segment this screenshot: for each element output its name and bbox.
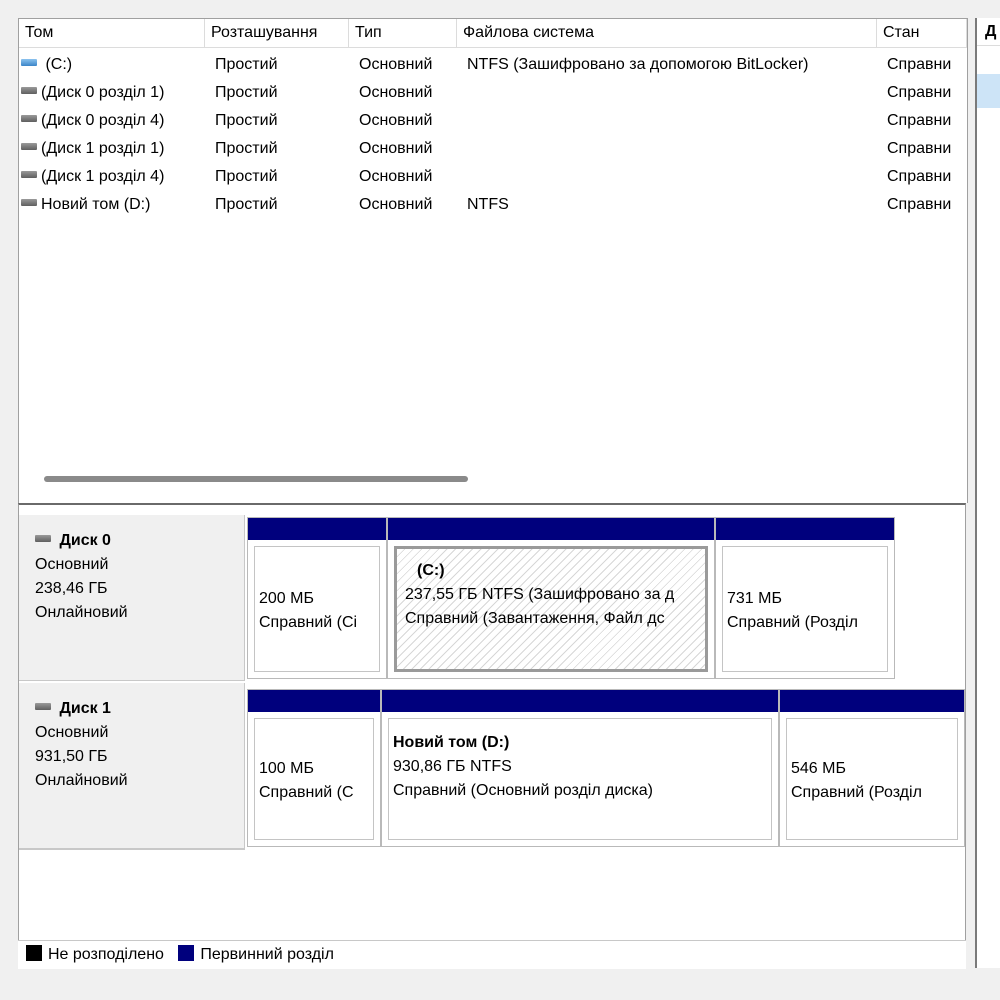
partition-status: Справний (С bbox=[259, 784, 354, 801]
legend: Не розподілено Первинний розділ bbox=[18, 940, 966, 969]
volume-type: Основний bbox=[359, 56, 433, 73]
volume-name: Новий том (D:) bbox=[41, 196, 151, 213]
drive-icon bbox=[21, 59, 37, 67]
actions-panel-header: Д bbox=[977, 18, 1000, 46]
volume-row[interactable]: (Диск 1 розділ 4) Простий Основний Справ… bbox=[19, 163, 967, 191]
volume-status: Справни bbox=[887, 56, 952, 73]
partition[interactable]: 546 МБ Справний (Розділ bbox=[779, 689, 965, 847]
partition-name: Новий том (D:) bbox=[393, 734, 510, 751]
partition[interactable]: 200 МБ Справний (Сі bbox=[247, 517, 387, 679]
primary-partition-bar bbox=[248, 518, 386, 540]
volume-layout: Простий bbox=[215, 140, 278, 157]
column-header-volume[interactable]: Том bbox=[19, 19, 205, 47]
primary-partition-swatch bbox=[178, 944, 195, 961]
partition-size: 237,55 ГБ NTFS (Зашифровано за д bbox=[405, 586, 675, 603]
primary-partition-bar bbox=[780, 690, 964, 712]
partition-size: 546 МБ bbox=[791, 760, 846, 777]
volume-status: Справни bbox=[887, 168, 952, 185]
disk-1-label[interactable]: Диск 1 Основний 931,50 ГБ Онлайновий bbox=[19, 683, 245, 849]
volume-name: (Диск 0 розділ 1) bbox=[41, 84, 165, 101]
disk-title: Диск 0 bbox=[59, 532, 111, 549]
volume-type: Основний bbox=[359, 196, 433, 213]
volume-status: Справни bbox=[887, 196, 952, 213]
disk-kind: Основний bbox=[35, 724, 109, 741]
primary-partition-bar bbox=[382, 690, 778, 712]
status-bar bbox=[0, 970, 1000, 1000]
partition-status: Справний (Основний розділ диска) bbox=[393, 782, 653, 799]
volume-type: Основний bbox=[359, 112, 433, 129]
partition-status: Справний (Завантаження, Файл дс bbox=[405, 610, 665, 627]
drive-icon bbox=[21, 87, 37, 95]
volume-status: Справни bbox=[887, 112, 952, 129]
partition-size: 200 МБ bbox=[259, 590, 314, 607]
volume-name: (C:) bbox=[45, 56, 73, 73]
column-header-status[interactable]: Стан bbox=[877, 19, 967, 47]
volume-layout: Простий bbox=[215, 168, 278, 185]
disk-icon bbox=[35, 535, 51, 543]
divider bbox=[19, 849, 245, 850]
volume-status: Справни bbox=[887, 84, 952, 101]
disk-state: Онлайновий bbox=[35, 604, 128, 621]
volume-layout: Простий bbox=[215, 112, 278, 129]
volume-row[interactable]: (Диск 1 розділ 1) Простий Основний Справ… bbox=[19, 135, 967, 163]
volume-filesystem: NTFS bbox=[467, 196, 509, 213]
volume-row[interactable]: (Диск 0 розділ 1) Простий Основний Справ… bbox=[19, 79, 967, 107]
volume-layout: Простий bbox=[215, 56, 278, 73]
volume-layout: Простий bbox=[215, 196, 278, 213]
volume-list-header: Том Розташування Тип Файлова система Ста… bbox=[19, 19, 967, 48]
drive-icon bbox=[21, 115, 37, 123]
volume-list: Том Розташування Тип Файлова система Ста… bbox=[18, 18, 968, 503]
partition-status: Справний (Сі bbox=[259, 614, 358, 631]
disk-title: Диск 1 bbox=[59, 700, 111, 717]
actions-panel-selected-item[interactable] bbox=[977, 74, 1000, 108]
volume-type: Основний bbox=[359, 140, 433, 157]
partition-d[interactable]: Новий том (D:) 930,86 ГБ NTFS Справний (… bbox=[381, 689, 779, 847]
disk-size: 238,46 ГБ bbox=[35, 580, 108, 597]
volume-row[interactable]: (C:) Простий Основний NTFS (Зашифровано … bbox=[19, 51, 967, 79]
column-header-filesystem[interactable]: Файлова система bbox=[457, 19, 877, 47]
volume-filesystem: NTFS (Зашифровано за допомогою BitLocker… bbox=[467, 56, 809, 73]
partition[interactable]: 731 МБ Справний (Розділ bbox=[715, 517, 895, 679]
partition-size: 930,86 ГБ NTFS bbox=[393, 758, 512, 775]
partition-status: Справний (Розділ bbox=[791, 784, 922, 801]
partition-size: 731 МБ bbox=[727, 590, 782, 607]
primary-partition-bar bbox=[716, 518, 894, 540]
disk-state: Онлайновий bbox=[35, 772, 128, 789]
column-header-layout[interactable]: Розташування bbox=[205, 19, 349, 47]
drive-icon bbox=[21, 143, 37, 151]
volume-type: Основний bbox=[359, 84, 433, 101]
disk-kind: Основний bbox=[35, 556, 109, 573]
partition[interactable]: 100 МБ Справний (С bbox=[247, 689, 381, 847]
volume-type: Основний bbox=[359, 168, 433, 185]
column-header-type[interactable]: Тип bbox=[349, 19, 457, 47]
drive-icon bbox=[21, 171, 37, 179]
unallocated-swatch bbox=[26, 944, 42, 961]
disk-0-label[interactable]: Диск 0 Основний 238,46 ГБ Онлайновий bbox=[19, 515, 245, 681]
actions-panel: Д bbox=[975, 18, 1000, 968]
volume-row[interactable]: (Диск 0 розділ 4) Простий Основний Справ… bbox=[19, 107, 967, 135]
legend-primary-partition: Первинний розділ bbox=[200, 946, 334, 963]
volume-row[interactable]: Новий том (D:) Простий Основний NTFS Спр… bbox=[19, 191, 967, 219]
primary-partition-bar bbox=[248, 690, 380, 712]
drive-icon bbox=[21, 199, 37, 207]
partition-c[interactable]: (C:) 237,55 ГБ NTFS (Зашифровано за д Сп… bbox=[387, 517, 715, 679]
disk-size: 931,50 ГБ bbox=[35, 748, 108, 765]
volume-filesystem bbox=[461, 107, 877, 135]
volume-status: Справни bbox=[887, 140, 952, 157]
volume-filesystem bbox=[461, 79, 877, 107]
volume-layout: Простий bbox=[215, 84, 278, 101]
disk-map: Диск 0 Основний 238,46 ГБ Онлайновий 200… bbox=[18, 503, 966, 968]
partition-status: Справний (Розділ bbox=[727, 614, 858, 631]
volume-name: (Диск 1 розділ 1) bbox=[41, 140, 165, 157]
disk-icon bbox=[35, 703, 51, 711]
horizontal-scrollbar-thumb[interactable] bbox=[44, 476, 468, 482]
primary-partition-bar bbox=[388, 518, 714, 540]
volume-filesystem bbox=[461, 135, 877, 163]
legend-unallocated: Не розподілено bbox=[48, 946, 164, 963]
volume-name: (Диск 0 розділ 4) bbox=[41, 112, 165, 129]
volume-name: (Диск 1 розділ 4) bbox=[41, 168, 165, 185]
partition-size: 100 МБ bbox=[259, 760, 314, 777]
volume-filesystem bbox=[461, 163, 877, 191]
partition-name: (C:) bbox=[417, 562, 445, 579]
